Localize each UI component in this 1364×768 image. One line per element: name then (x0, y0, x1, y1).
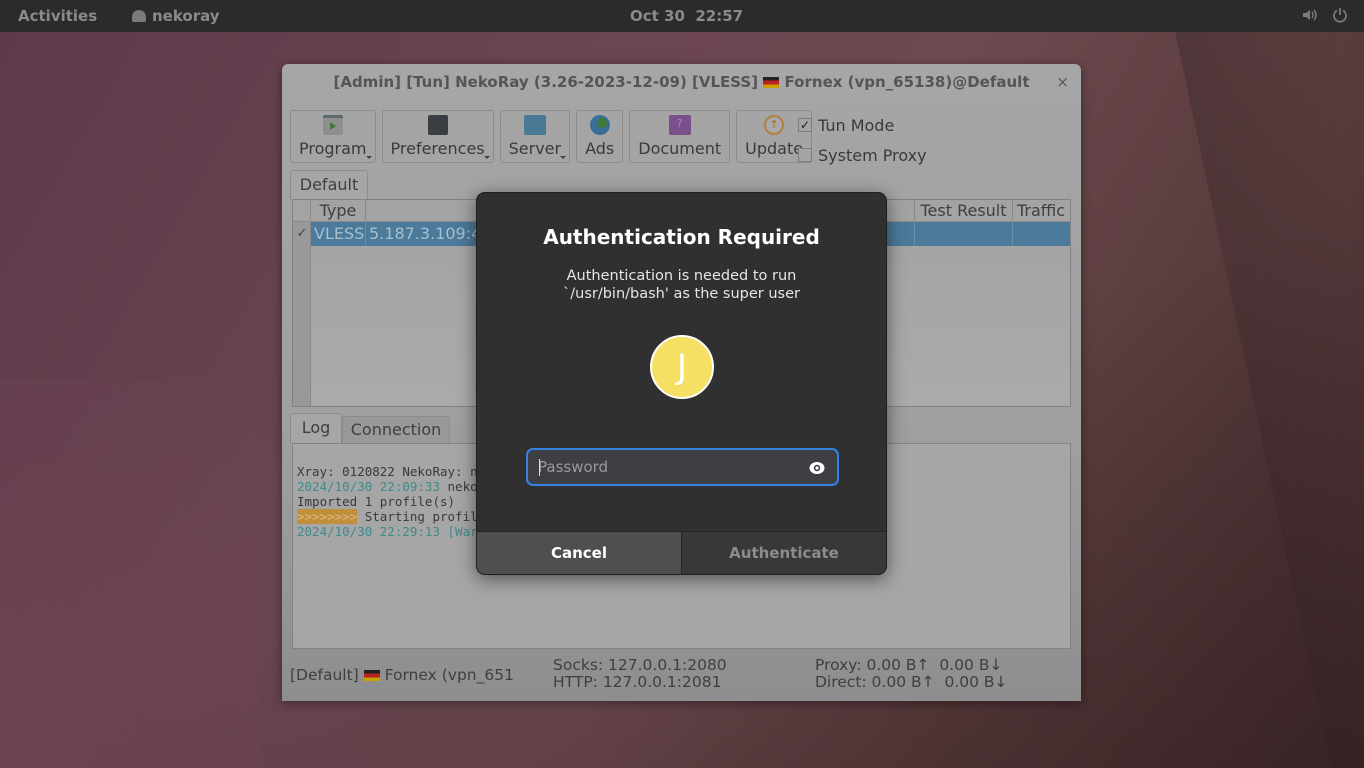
cancel-button[interactable]: Cancel (477, 532, 682, 574)
dialog-buttons: Cancel Authenticate (477, 531, 886, 574)
chevron-down-icon (560, 156, 567, 159)
log-marker: >>>>>>>> (297, 509, 358, 524)
current-profile-status: [Default] Fornex (vpn_651 (290, 666, 514, 684)
password-input[interactable] (538, 450, 798, 484)
show-password-eye-icon[interactable] (809, 460, 825, 474)
inbound-status: Socks: 127.0.0.1:2080 HTTP: 127.0.0.1:20… (553, 657, 727, 691)
app-menu-label: nekoray (152, 7, 220, 25)
clock[interactable]: Oct 30 22:57 (630, 7, 743, 25)
cell-type[interactable]: VLESS (311, 222, 366, 246)
mode-checkboxes: ✓ Tun Mode System Proxy (798, 110, 927, 170)
toolbar: Program Preferences Server Ads ? Documen… (290, 110, 813, 164)
text-caret (539, 459, 540, 476)
window-title: [Admin] [Tun] NekoRay (3.26-2023-12-09) … (333, 73, 1030, 91)
log-timestamp: 2024/10/30 22:29:13 [Warn (297, 524, 486, 539)
program-icon (322, 115, 343, 135)
proxy-traffic: Proxy: 0.00 B↑ 0.00 B↓ (815, 656, 1003, 674)
program-button[interactable]: Program (290, 110, 376, 163)
authentication-dialog: Authentication Required Authentication i… (476, 192, 887, 575)
chevron-down-icon (365, 156, 372, 159)
system-proxy-checkbox[interactable]: System Proxy (798, 140, 927, 170)
user-avatar: J (650, 335, 714, 399)
nekoray-app-icon (132, 10, 146, 22)
volume-icon[interactable] (1302, 7, 1318, 23)
header-gutter (293, 200, 311, 221)
help-bubble-icon: ? (668, 115, 691, 135)
power-icon[interactable] (1332, 7, 1348, 23)
cell-traffic[interactable] (1013, 222, 1070, 246)
checkbox-unchecked[interactable] (798, 148, 812, 162)
top-bar: Activities nekoray Oct 30 22:57 (0, 0, 1364, 32)
server-button[interactable]: Server (499, 110, 571, 163)
dialog-message: Authentication is needed to run `/usr/bi… (563, 268, 800, 302)
app-menu[interactable]: nekoray (132, 7, 220, 25)
password-field[interactable] (526, 448, 839, 486)
globe-icon (589, 115, 610, 135)
column-header-traffic[interactable]: Traffic (1013, 200, 1069, 221)
wallpaper-streak (0, 380, 260, 768)
system-tray[interactable] (1302, 7, 1348, 23)
ads-button[interactable]: Ads (576, 110, 624, 163)
authenticate-button[interactable]: Authenticate (682, 532, 886, 574)
column-header-type[interactable]: Type (311, 200, 366, 221)
server-folder-icon (523, 115, 546, 135)
direct-traffic: Direct: 0.00 B↑ 0.00 B↓ (815, 673, 1008, 691)
dialog-title: Authentication Required (543, 225, 820, 249)
germany-flag-icon (763, 77, 780, 88)
tab-log[interactable]: Log (290, 413, 342, 443)
activities-button[interactable]: Activities (18, 7, 97, 25)
germany-flag-icon (363, 670, 380, 681)
row-gutter (293, 222, 311, 406)
cell-test-result[interactable] (915, 222, 1013, 246)
tun-mode-checkbox[interactable]: ✓ Tun Mode (798, 110, 927, 140)
preferences-button[interactable]: Preferences (381, 110, 494, 163)
group-tab-default[interactable]: Default (290, 170, 368, 200)
checkbox-checked[interactable]: ✓ (798, 118, 812, 132)
log-timestamp: 2024/10/30 22:09:33 (297, 479, 440, 494)
row-check-icon: ✓ (296, 226, 308, 241)
document-button[interactable]: ? Document (629, 110, 731, 163)
traffic-status: Proxy: 0.00 B↑ 0.00 B↓ Direct: 0.00 B↑ 0… (815, 657, 1008, 691)
close-button[interactable]: × (1056, 64, 1069, 100)
tab-connection[interactable]: Connection (342, 416, 450, 443)
column-header-test-result[interactable]: Test Result (915, 200, 1013, 221)
update-arrow-icon: ↑ (764, 115, 785, 135)
window-titlebar[interactable]: [Admin] [Tun] NekoRay (3.26-2023-12-09) … (282, 64, 1081, 100)
preferences-icon (427, 115, 448, 135)
socks-address: Socks: 127.0.0.1:2080 (553, 656, 727, 674)
http-address: HTTP: 127.0.0.1:2081 (553, 673, 722, 691)
wallpaper-streak (1168, 0, 1364, 768)
chevron-down-icon (483, 156, 490, 159)
